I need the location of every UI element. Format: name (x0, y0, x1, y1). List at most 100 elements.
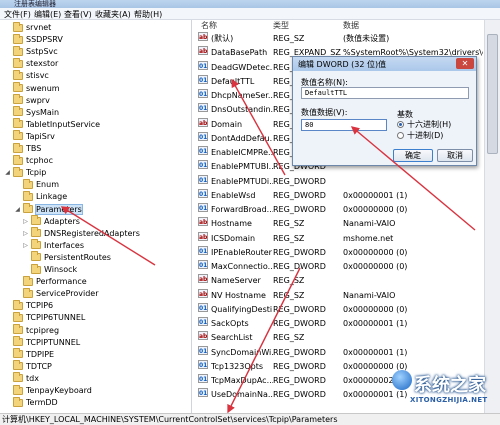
value-row[interactable]: ab (默认) REG_SZ (数值未设置) (193, 32, 484, 45)
tree-item[interactable]: TDTCP (4, 360, 52, 372)
tree-item-label: Interfaces (44, 240, 84, 250)
tree-item[interactable]: TapiSrv (4, 130, 55, 142)
value-data-label: 数值数据(V): (301, 108, 348, 117)
ok-button[interactable]: 确定 (393, 149, 433, 162)
expand-toggle-icon[interactable]: ▷ (22, 242, 29, 249)
tree-item[interactable]: ▷ Interfaces (22, 239, 84, 251)
vertical-scrollbar[interactable] (484, 20, 500, 413)
folder-icon (31, 239, 41, 250)
menu-favorites[interactable]: 收藏夹(A) (95, 9, 131, 20)
tree-item[interactable]: Performance (14, 275, 87, 287)
tree-item[interactable]: PersistentRoutes (22, 251, 111, 263)
dialog-close-button[interactable]: ✕ (456, 58, 474, 69)
hex-label[interactable]: 十六进制(H) (407, 119, 451, 130)
menu-help[interactable]: 帮助(H) (134, 9, 162, 20)
value-type: REG_DWORD (273, 304, 326, 314)
watermark-sub: XITONGZHIJIA.NET (410, 396, 488, 404)
value-row[interactable]: 01 SyncDomainWi... REG_DWORD 0x00000001 (1) (193, 345, 484, 359)
tree-item[interactable]: ▷ Adapters (22, 215, 80, 227)
value-name: IPEnableRouter (211, 247, 272, 257)
tree-item[interactable]: TabletInputService (4, 118, 100, 130)
tree-item[interactable]: SSDPSRV (4, 33, 63, 45)
tree-item[interactable]: TenpayKeyboard (4, 384, 92, 396)
value-name: ForwardBroad... (211, 205, 273, 214)
value-row[interactable]: 01 EnablePMTUDi... REG_DWORD (193, 174, 484, 188)
tree-item[interactable]: TermDD (4, 396, 58, 408)
tree-item[interactable]: ServiceProvider (14, 287, 99, 299)
tree-item[interactable]: TCPIP6TUNNEL (4, 311, 85, 323)
value-data-input[interactable]: 80 (301, 119, 387, 131)
tree-item[interactable]: SysMain (4, 106, 59, 118)
value-row[interactable]: 01 MaxConnectio... REG_DWORD 0x00000000 (0) (193, 260, 484, 273)
tree-item-label: TenpayKeyboard (26, 386, 92, 395)
tree-item[interactable]: tcpipreg (4, 324, 59, 336)
tree-item[interactable]: Enum (14, 178, 59, 190)
column-header-type[interactable]: 类型 (273, 20, 289, 31)
value-data: 0x00000000 (0) (343, 262, 408, 271)
tree-item[interactable]: srvnet (4, 21, 51, 33)
binary-value-icon: 01 (198, 345, 208, 355)
value-row[interactable]: 01 QualifyingDesti... REG_DWORD 0x00000000 … (193, 302, 484, 316)
binary-value-icon: 01 (198, 245, 208, 255)
binary-value-icon: 01 (198, 317, 208, 326)
tree-item-label: Enum (36, 180, 59, 190)
tree-item[interactable]: swprv (4, 94, 50, 106)
folder-icon (13, 336, 23, 347)
value-row[interactable]: 01 SackOpts REG_DWORD 0x00000001 (1) (193, 317, 484, 330)
column-header-name[interactable]: 名称 (201, 20, 217, 31)
registry-tree[interactable]: srvnet SSDPSRV SstpSvc stexstor stisvc swenum… (0, 20, 192, 413)
tree-item[interactable]: Linkage (14, 190, 67, 202)
dec-radio[interactable] (397, 132, 404, 139)
menu-file[interactable]: 文件(F) (4, 9, 31, 20)
tree-item[interactable]: stisvc (4, 69, 49, 81)
tree-item[interactable]: TCPIPTUNNEL (4, 336, 80, 348)
value-name: EnablePMTUBI... (211, 162, 273, 172)
tree-item-label: Adapters (44, 216, 80, 226)
tree-item[interactable]: tcphoc (4, 154, 53, 166)
tree-item[interactable]: tdx (4, 372, 39, 384)
value-row[interactable]: ab ICSDomain REG_SZ mshome.net (193, 231, 484, 245)
folder-icon (13, 106, 23, 117)
expand-toggle-icon[interactable]: ▷ (22, 230, 29, 237)
folder-icon (13, 45, 23, 56)
tree-item[interactable]: TBS (4, 142, 41, 154)
value-row[interactable]: 01 ForwardBroad... REG_DWORD 0x00000000 (0) (193, 203, 484, 216)
tree-item[interactable]: ▷ DNSRegisteredAdapters (22, 227, 140, 239)
cancel-button[interactable]: 取消 (437, 149, 473, 162)
tree-item[interactable]: TCPIP6 (4, 299, 53, 311)
menu-bar: 文件(F) 编辑(E) 查看(V) 收藏夹(A) 帮助(H) (0, 8, 500, 20)
dec-label[interactable]: 十进制(D) (407, 130, 443, 141)
menu-view[interactable]: 查看(V) (64, 9, 92, 20)
tree-item[interactable]: swenum (4, 82, 60, 94)
expand-toggle-icon[interactable]: ◢ (4, 169, 11, 176)
tree-item[interactable]: SstpSvc (4, 45, 58, 57)
value-row[interactable]: ab NV Hostname REG_SZ Nanami-VAIO (193, 288, 484, 302)
value-row[interactable]: 01 EnableWsd REG_DWORD 0x00000001 (1) (193, 188, 484, 202)
value-row[interactable]: 01 IPEnableRouter REG_DWORD 0x00000000 (0) (193, 245, 484, 259)
tree-item-label: Performance (36, 277, 87, 287)
value-type: REG_DWORD (273, 262, 326, 271)
scrollbar-thumb[interactable] (487, 34, 498, 154)
binary-value-icon: 01 (198, 131, 208, 141)
tree-item[interactable]: ◢ Tcpip (4, 166, 46, 178)
string-value-icon: ab (198, 274, 208, 284)
folder-icon (23, 287, 33, 298)
hex-radio[interactable] (397, 121, 404, 128)
value-row[interactable]: ab NameServer REG_SZ (193, 274, 484, 287)
value-name: NV Hostname (211, 290, 266, 300)
expand-toggle-icon[interactable]: ◢ (14, 206, 21, 213)
value-name: UseDomainNa... (211, 390, 273, 400)
tree-item[interactable]: Winsock (22, 263, 77, 275)
tree-item[interactable]: ◢ Parameters (14, 203, 83, 215)
menu-edit[interactable]: 编辑(E) (34, 9, 61, 20)
value-row[interactable]: ab Hostname REG_SZ Nanami-VAIO (193, 217, 484, 230)
tree-item[interactable]: TDPIPE (4, 348, 54, 360)
column-header-data[interactable]: 数据 (343, 20, 359, 31)
value-row[interactable]: ab SearchList REG_SZ (193, 331, 484, 344)
tree-item-label: PersistentRoutes (44, 252, 111, 262)
expand-toggle-icon[interactable]: ▷ (22, 218, 29, 225)
tree-item[interactable]: stexstor (4, 57, 58, 69)
folder-icon (13, 384, 23, 395)
